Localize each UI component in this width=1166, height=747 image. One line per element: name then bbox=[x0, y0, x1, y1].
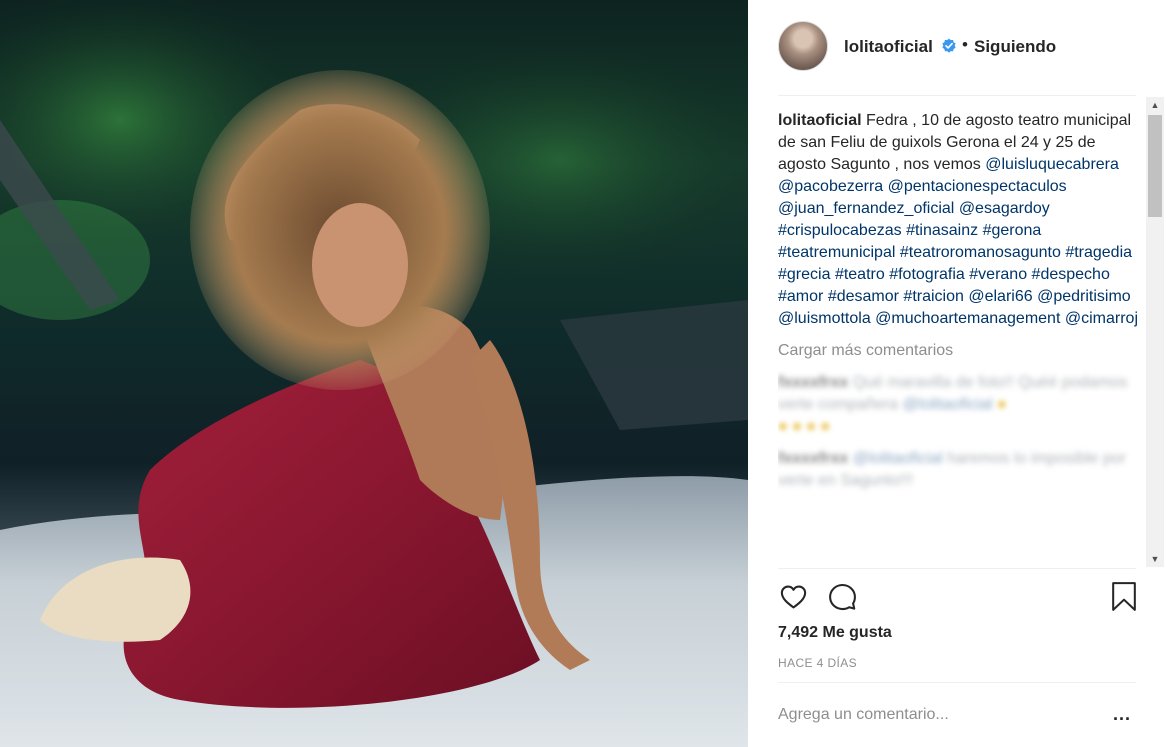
photo-illustration bbox=[0, 0, 748, 747]
hashtag-link[interactable]: #verano bbox=[969, 266, 1027, 283]
hashtag-link[interactable]: #amor bbox=[778, 288, 823, 305]
post-timestamp[interactable]: HACE 4 DÍAS bbox=[778, 656, 857, 670]
hashtag-link[interactable]: #teatremunicipal bbox=[778, 244, 895, 261]
hashtag-link[interactable]: #crispulocabezas bbox=[778, 222, 902, 239]
post-header: lolitaoficial • Siguiendo bbox=[748, 0, 1166, 95]
blurred-comment: fxxxxfrxx Qué maravilla de foto!! Quéé p… bbox=[778, 374, 1128, 435]
mention-link[interactable]: @elari66 bbox=[968, 288, 1032, 305]
post-sidebar: lolitaoficial • Siguiendo lolitaoficial … bbox=[748, 0, 1166, 747]
more-options-button[interactable]: ... bbox=[1110, 700, 1134, 730]
post-photo[interactable] bbox=[0, 0, 748, 747]
hashtag-link[interactable]: #traicion bbox=[903, 288, 963, 305]
hashtag-link[interactable]: #grecia bbox=[778, 266, 830, 283]
mention-link[interactable]: @muchoartemanagement bbox=[875, 310, 1060, 327]
mention-link[interactable]: @juan_fernandez_oficial bbox=[778, 200, 954, 217]
mention-link[interactable]: @pentacionespectaculos bbox=[888, 178, 1067, 195]
hashtag-link[interactable]: #teatroromanosagunto bbox=[900, 244, 1061, 261]
likes-count[interactable]: 7,492 Me gusta bbox=[778, 624, 892, 642]
scroll-down-arrow-icon[interactable]: ▼ bbox=[1146, 551, 1164, 567]
comment-bubble-icon[interactable] bbox=[827, 581, 858, 612]
hashtag-link[interactable]: #fotografia bbox=[889, 266, 965, 283]
verified-badge-icon bbox=[942, 38, 956, 53]
comments-scrollbar[interactable]: ▲ ▼ bbox=[1146, 97, 1164, 567]
mention-link[interactable]: @pedritisimo bbox=[1037, 288, 1131, 305]
bookmark-icon[interactable] bbox=[1110, 581, 1138, 612]
header-username[interactable]: lolitaoficial bbox=[844, 37, 933, 57]
avatar[interactable] bbox=[778, 21, 828, 71]
comments-list[interactable]: lolitaoficial Fedra , 10 de agosto teatr… bbox=[778, 110, 1138, 570]
scrollbar-thumb[interactable] bbox=[1148, 115, 1162, 217]
header-separator: • bbox=[962, 35, 968, 54]
caption: lolitaoficial Fedra , 10 de agosto teatr… bbox=[778, 110, 1138, 330]
caption-tags: @luisluquecabrera @pacobezerra @pentacio… bbox=[778, 156, 1138, 327]
mention-link[interactable]: @cimarroj bbox=[1065, 310, 1138, 327]
header-divider bbox=[778, 95, 1136, 96]
hashtag-link[interactable]: #tinasainz bbox=[906, 222, 978, 239]
following-button[interactable]: Siguiendo bbox=[974, 37, 1056, 57]
add-comment-input[interactable] bbox=[778, 700, 1078, 730]
hashtag-link[interactable]: #despecho bbox=[1032, 266, 1110, 283]
mention-link[interactable]: @pacobezerra bbox=[778, 178, 883, 195]
hashtag-link[interactable]: #desamor bbox=[828, 288, 899, 305]
hashtag-link[interactable]: #teatro bbox=[835, 266, 885, 283]
comment-divider bbox=[778, 682, 1136, 683]
scroll-up-arrow-icon[interactable]: ▲ bbox=[1146, 97, 1164, 113]
caption-username[interactable]: lolitaoficial bbox=[778, 112, 862, 129]
blurred-comment: fxxxxfrxx @lolitaoficial haremos lo impo… bbox=[778, 450, 1126, 489]
mention-link[interactable]: @luisluquecabrera bbox=[985, 156, 1119, 173]
mention-link[interactable]: @esagardoy bbox=[959, 200, 1050, 217]
heart-icon[interactable] bbox=[778, 581, 809, 612]
load-more-comments[interactable]: Cargar más comentarios bbox=[778, 340, 1138, 362]
actions-divider bbox=[778, 568, 1136, 569]
hashtag-link[interactable]: #tragedia bbox=[1065, 244, 1132, 261]
hashtag-link[interactable]: #gerona bbox=[983, 222, 1042, 239]
mention-link[interactable]: @luismottola bbox=[778, 310, 871, 327]
